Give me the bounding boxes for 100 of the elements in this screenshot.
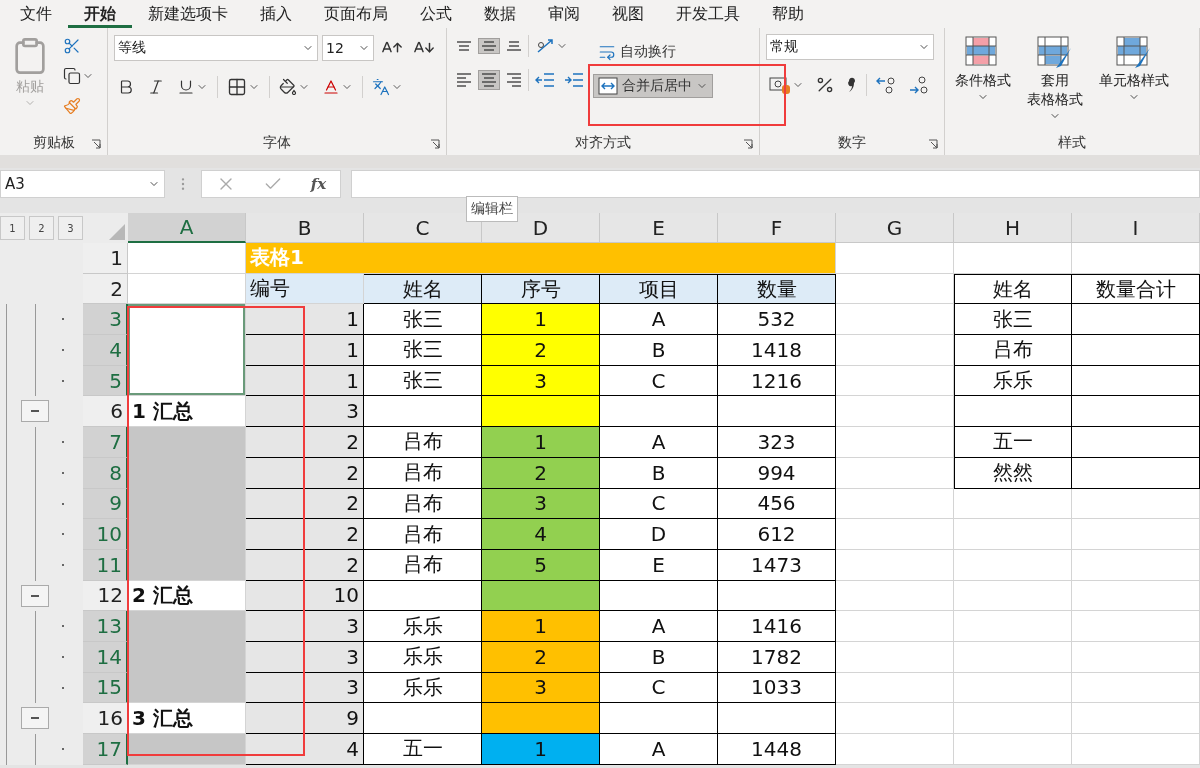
table-cell: C: [600, 365, 718, 397]
menu-tab[interactable]: 视图: [596, 0, 660, 28]
column-header[interactable]: B: [246, 213, 364, 243]
style-button[interactable]: 套用 表格格式: [1023, 34, 1087, 131]
group-label: 样式: [1058, 133, 1086, 152]
collapse-button[interactable]: [21, 400, 49, 423]
table-cell: 吕布: [364, 488, 482, 520]
table-cell: 4: [246, 734, 364, 765]
selected-cell[interactable]: [128, 427, 246, 581]
table-cell: 1416: [718, 611, 836, 642]
row-header[interactable]: 1: [83, 243, 128, 274]
grid-icon: [227, 77, 247, 97]
table-cell: 1448: [718, 734, 836, 765]
formula-input[interactable]: [351, 170, 1200, 198]
collapse-button[interactable]: [21, 707, 49, 730]
table-cell: 1: [482, 734, 600, 765]
outline-level-button[interactable]: 2: [29, 216, 54, 240]
underline-icon: [177, 78, 195, 96]
text-orientation-icon: [535, 37, 555, 55]
column-heading: 编号: [246, 273, 364, 305]
minus-icon: [31, 594, 39, 597]
column-header[interactable]: F: [718, 213, 836, 243]
active-cell[interactable]: [128, 304, 246, 397]
dialog-launcher-icon[interactable]: [430, 139, 440, 149]
menu-tab[interactable]: 插入: [244, 0, 308, 28]
merge-center-button[interactable]: 合并后居中: [593, 74, 713, 98]
table-cell: 2: [246, 488, 364, 520]
comma-icon: [846, 75, 858, 95]
table-cell: 1782: [718, 641, 836, 673]
table-cell: 4: [482, 519, 600, 550]
font-name-select[interactable]: 等线: [114, 35, 318, 61]
table-cell: 2: [246, 519, 364, 550]
collapse-button[interactable]: [21, 584, 49, 607]
menu-tab[interactable]: 开始: [68, 0, 132, 28]
table-cell: 张三: [954, 304, 1072, 336]
paintbrush-icon: [63, 97, 81, 115]
menu-tab[interactable]: 帮助: [756, 0, 820, 28]
align-bottom-icon: [506, 41, 522, 51]
group-label: 对齐方式: [575, 133, 631, 152]
column-header[interactable]: E: [600, 213, 718, 243]
table-cell: 1: [246, 335, 364, 366]
style-button[interactable]: 条件格式: [951, 34, 1015, 131]
table-cell: C: [600, 672, 718, 704]
font-size-select[interactable]: 12: [322, 35, 374, 61]
table-cell: 乐乐: [364, 641, 482, 673]
table-cell: 1216: [718, 365, 836, 397]
group-label: 剪贴板: [32, 133, 75, 152]
row-header[interactable]: 2: [83, 273, 128, 305]
table-cell: 3: [482, 488, 600, 520]
outline-level-button[interactable]: 3: [58, 216, 83, 240]
menu-tab[interactable]: 公式: [404, 0, 468, 28]
row-header[interactable]: 4: [83, 335, 128, 366]
selected-cell[interactable]: [128, 611, 246, 704]
align-top-icon: [456, 41, 472, 51]
wrap-text-button[interactable]: 自动换行: [593, 40, 713, 64]
outline-level-button[interactable]: 1: [0, 216, 25, 240]
selected-cell[interactable]: [128, 734, 246, 765]
column-header[interactable]: I: [1072, 213, 1200, 243]
insert-function-button[interactable]: fx: [310, 175, 327, 193]
column-header[interactable]: A: [128, 213, 246, 243]
row-header[interactable]: 7: [83, 427, 128, 458]
table-format-icon: [1037, 36, 1073, 70]
table-cell: 3: [482, 672, 600, 704]
row-header[interactable]: 3: [83, 304, 128, 336]
align-button[interactable]: [478, 38, 500, 54]
menu-tab[interactable]: 数据: [468, 0, 532, 28]
row-header[interactable]: 17: [83, 734, 128, 765]
row-header[interactable]: 13: [83, 611, 128, 642]
menu-tab[interactable]: 开发工具: [660, 0, 756, 28]
dialog-launcher-icon[interactable]: [91, 139, 101, 149]
column-header[interactable]: G: [836, 213, 954, 243]
menu-tab[interactable]: 新建选项卡: [132, 0, 244, 28]
menu-tab[interactable]: 审阅: [532, 0, 596, 28]
align-center-icon: [481, 73, 497, 87]
column-header[interactable]: H: [954, 213, 1072, 243]
row-header[interactable]: 10: [83, 519, 128, 550]
increase-indent-icon: [564, 71, 584, 89]
scissors-icon: [63, 37, 81, 55]
table-cell: 1: [482, 611, 600, 642]
table-cell: 吕布: [954, 335, 1072, 366]
dialog-launcher-icon[interactable]: [928, 139, 938, 149]
menu-tab[interactable]: 页面布局: [308, 0, 404, 28]
table-cell: 张三: [364, 365, 482, 397]
align-button[interactable]: [478, 70, 500, 90]
table-cell: B: [600, 335, 718, 366]
column-heading: 姓名: [954, 273, 1072, 305]
style-button[interactable]: 单元格样式: [1095, 34, 1173, 131]
table-cell: C: [600, 488, 718, 520]
menu-tab[interactable]: 文件: [4, 0, 68, 28]
number-format-select[interactable]: 常规: [766, 34, 934, 60]
table-cell: 吕布: [364, 549, 482, 581]
group-label: 字体: [263, 133, 291, 152]
table-cell: 3: [246, 611, 364, 642]
table-cell: 2: [482, 641, 600, 673]
dialog-launcher-icon[interactable]: [743, 139, 753, 149]
column-heading: 项目: [600, 273, 718, 305]
merge-cells-icon: [598, 77, 618, 95]
table-cell: 1: [482, 427, 600, 458]
table-cell: 1: [246, 304, 364, 336]
name-box[interactable]: A3: [0, 170, 165, 198]
